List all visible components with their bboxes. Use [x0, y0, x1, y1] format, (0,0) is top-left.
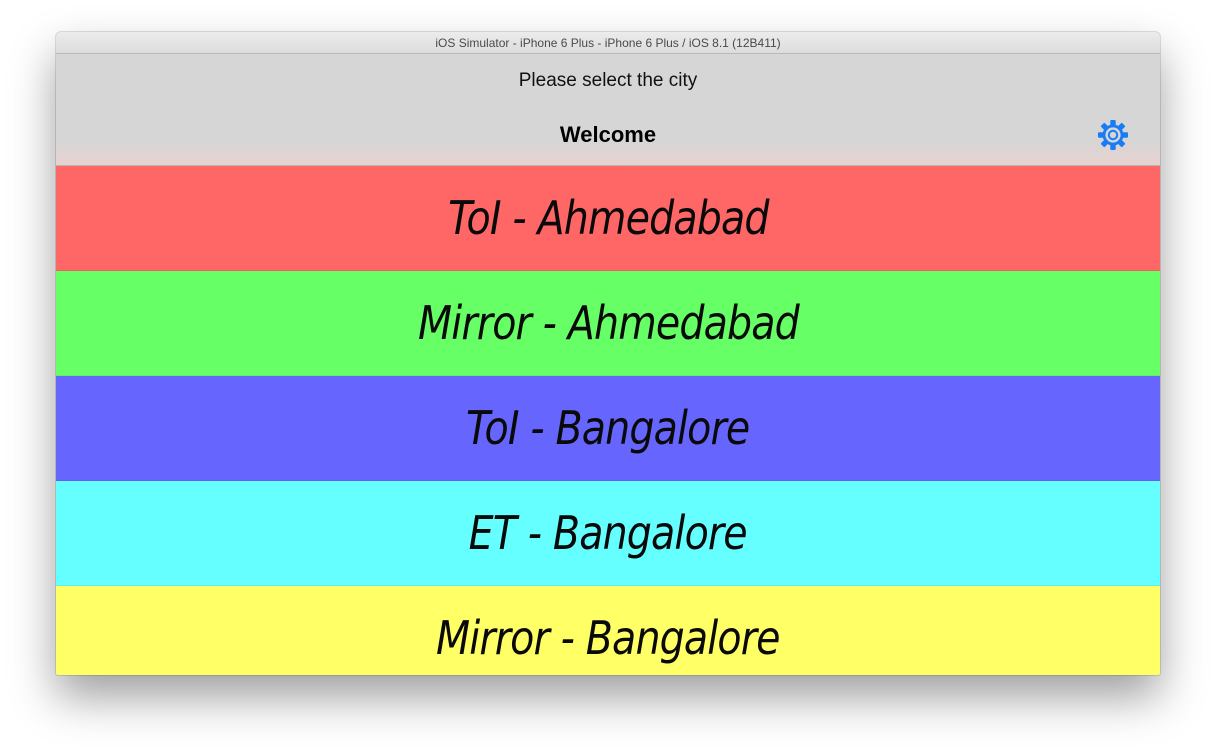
city-row-mirror-ahmedabad[interactable]: Mirror - Ahmedabad: [56, 271, 1160, 376]
city-label: Mirror - Ahmedabad: [417, 296, 800, 350]
nav-title: Welcome: [559, 122, 657, 147]
city-label: ToI - Ahmedabad: [447, 191, 769, 245]
city-list: ToI - Ahmedabad Mirror - Ahmedabad ToI -…: [56, 166, 1160, 675]
gear-icon: [1098, 120, 1128, 150]
app-screen: Please select the city Welcome ToI - Ahm…: [56, 54, 1160, 675]
simulator-window: iOS Simulator - iPhone 6 Plus - iPhone 6…: [56, 32, 1160, 675]
city-row-toi-ahmedabad[interactable]: ToI - Ahmedabad: [56, 166, 1160, 271]
settings-button[interactable]: [1096, 118, 1130, 152]
prompt-text: Please select the city: [518, 70, 698, 91]
city-row-toi-bangalore[interactable]: ToI - Bangalore: [56, 376, 1160, 481]
navigation-bar: Welcome: [56, 108, 1160, 166]
prompt-bar: Please select the city: [56, 54, 1160, 108]
window-titlebar[interactable]: iOS Simulator - iPhone 6 Plus - iPhone 6…: [56, 32, 1160, 54]
window-title: iOS Simulator - iPhone 6 Plus - iPhone 6…: [435, 36, 781, 50]
city-label: ET - Bangalore: [468, 506, 748, 560]
city-label: ToI - Bangalore: [466, 401, 750, 455]
city-label: Mirror - Bangalore: [436, 611, 781, 665]
city-row-et-bangalore[interactable]: ET - Bangalore: [56, 481, 1160, 586]
city-row-mirror-bangalore[interactable]: Mirror - Bangalore: [56, 586, 1160, 675]
